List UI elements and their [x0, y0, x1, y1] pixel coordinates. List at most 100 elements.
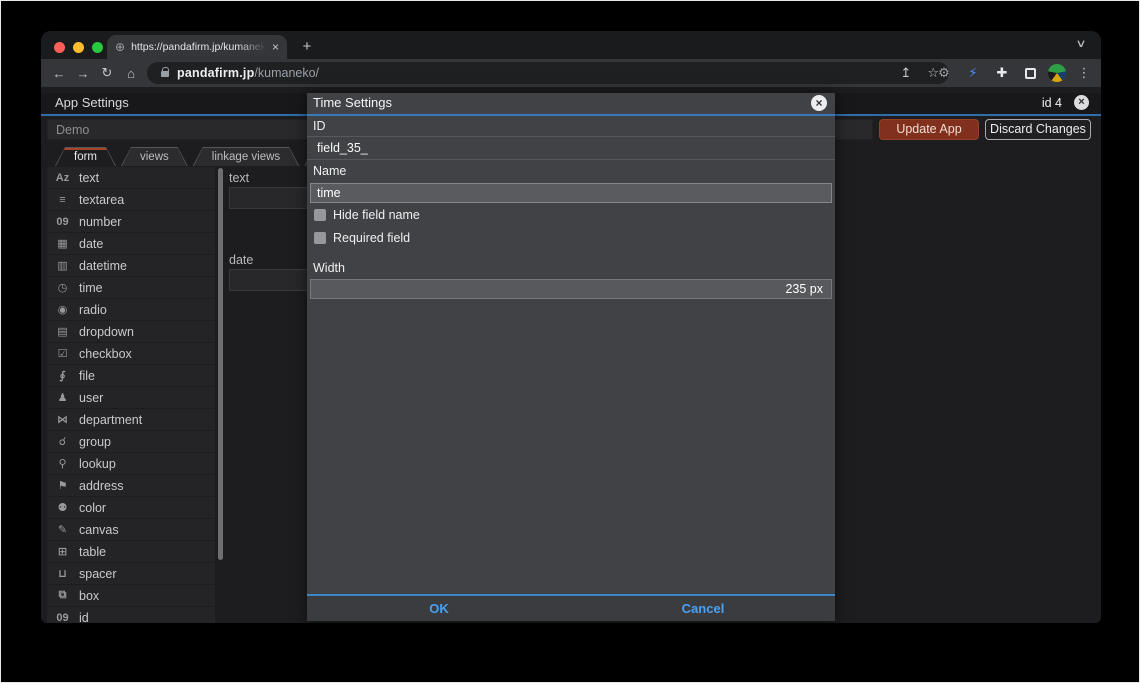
hide-field-name-row: Hide field name	[307, 203, 835, 226]
required-field-checkbox[interactable]	[314, 232, 326, 244]
back-icon[interactable]: ←	[47, 66, 71, 81]
paperclip-icon: ∮	[54, 369, 71, 382]
time-settings-dialog: Time Settings × ID field_35_ Name Hide f…	[307, 93, 835, 621]
pencil-icon: ✎	[54, 523, 71, 536]
lock-icon	[161, 71, 169, 77]
palette-item-box[interactable]: ⧉box	[47, 585, 215, 606]
hide-field-name-checkbox[interactable]	[314, 209, 326, 221]
hide-field-name-label: Hide field name	[333, 208, 420, 222]
palette-item-date[interactable]: ▦date	[47, 233, 215, 254]
canvas-date-field-label: date	[229, 253, 253, 267]
sidebar-scrollbar[interactable]	[218, 168, 223, 560]
update-app-button[interactable]: Update App	[879, 119, 979, 140]
window-zoom-button[interactable]	[92, 42, 103, 53]
app-page: App Settings id 4 × Update App Discard C…	[41, 87, 1101, 623]
dialog-footer: OK Cancel	[307, 594, 835, 621]
palette-item-canvas[interactable]: ✎canvas	[47, 519, 215, 540]
tab-search-chevron-icon[interactable]: ∨	[1075, 37, 1086, 50]
palette-item-department[interactable]: ⋈department	[47, 409, 215, 430]
palette-item-table[interactable]: ⊞table	[47, 541, 215, 562]
share-icon[interactable]: ↥	[900, 65, 911, 81]
palette-item-id[interactable]: 09id	[47, 607, 215, 623]
lightning-extension-icon[interactable]: ⚡	[962, 65, 984, 81]
radio-icon: ◉	[54, 303, 71, 316]
checkbox-icon: ☑	[54, 347, 71, 360]
palette-item-user[interactable]: ♟user	[47, 387, 215, 408]
palette-item-number[interactable]: 09number	[47, 211, 215, 232]
page-close-icon[interactable]: ×	[1074, 95, 1089, 110]
dialog-close-icon[interactable]: ×	[811, 95, 827, 111]
tab-linkage-views[interactable]: linkage views	[193, 147, 299, 166]
width-value: 235 px	[785, 282, 823, 296]
address-bar[interactable]: pandafirm.jp /kumaneko/ ↥ ☆	[147, 62, 949, 84]
field-palette-sidebar: Aztext ≡textarea 09number ▦date ▥datetim…	[47, 167, 215, 623]
palette-item-time[interactable]: ◷time	[47, 277, 215, 298]
calendar-icon: ▦	[54, 237, 71, 250]
sitemap-icon: ⋈	[54, 413, 71, 426]
url-path: /kumaneko/	[254, 66, 319, 80]
home-icon[interactable]: ⌂	[119, 66, 143, 81]
tab-title: https://pandafirm.jp/kumaneko	[131, 41, 266, 53]
record-id-badge: id 4	[1042, 96, 1062, 110]
clock-icon: ◷	[54, 281, 71, 294]
new-tab-button[interactable]: +	[295, 35, 319, 59]
calendar-clock-icon: ▥	[54, 259, 71, 272]
extensions-puzzle-icon[interactable]: ✚	[991, 65, 1013, 81]
id-value: field_35_	[307, 137, 835, 160]
dialog-body-spacer	[307, 299, 835, 594]
palette-item-address[interactable]: ⚑address	[47, 475, 215, 496]
palette-item-textarea[interactable]: ≡textarea	[47, 189, 215, 210]
canvas-text-field-label: text	[229, 171, 249, 185]
browser-window: ⊕ https://pandafirm.jp/kumaneko × + ∨ ← …	[41, 31, 1101, 623]
table-grid-icon: ⊞	[54, 545, 71, 558]
spacer-icon: ⊔	[54, 567, 71, 580]
url-domain: pandafirm.jp	[177, 66, 254, 80]
map-pin-icon: ⚑	[54, 479, 71, 492]
required-field-label: Required field	[333, 231, 410, 245]
discard-changes-button[interactable]: Discard Changes	[985, 119, 1091, 140]
palette-item-group[interactable]: ☌group	[47, 431, 215, 452]
width-label: Width	[307, 257, 835, 278]
palette-item-text[interactable]: Aztext	[47, 167, 215, 188]
cancel-button[interactable]: Cancel	[571, 596, 835, 621]
browser-tab[interactable]: ⊕ https://pandafirm.jp/kumaneko ×	[107, 35, 287, 59]
required-field-row: Required field	[307, 226, 835, 249]
palette-item-color[interactable]: ⚉color	[47, 497, 215, 518]
traffic-lights	[54, 42, 103, 53]
palette-item-checkbox[interactable]: ☑checkbox	[47, 343, 215, 364]
magnifier-icon: ⚲	[54, 457, 71, 470]
palette-item-datetime[interactable]: ▥datetime	[47, 255, 215, 276]
side-panel-icon[interactable]	[1025, 68, 1036, 79]
browser-menu-dots-icon[interactable]: ⋮	[1073, 65, 1095, 81]
reload-icon[interactable]: ↻	[95, 65, 119, 81]
people-icon: ☌	[54, 435, 71, 448]
palette-item-file[interactable]: ∮file	[47, 365, 215, 386]
profile-avatar[interactable]	[1048, 64, 1066, 82]
name-input[interactable]	[310, 183, 832, 203]
width-input[interactable]: 235 px	[310, 279, 832, 299]
gear-icon[interactable]: ⚙	[933, 65, 955, 81]
palette-icon: ⚉	[54, 501, 71, 514]
person-icon: ♟	[54, 391, 71, 404]
palette-item-lookup[interactable]: ⚲lookup	[47, 453, 215, 474]
tab-close-icon[interactable]: ×	[272, 40, 279, 54]
palette-item-radio[interactable]: ◉radio	[47, 299, 215, 320]
dialog-title: Time Settings	[313, 95, 392, 110]
ok-button[interactable]: OK	[307, 596, 571, 621]
palette-item-dropdown[interactable]: ▤dropdown	[47, 321, 215, 342]
name-label: Name	[307, 160, 835, 181]
browser-tab-strip: ⊕ https://pandafirm.jp/kumaneko × + ∨	[41, 31, 1101, 59]
palette-item-spacer[interactable]: ⊔spacer	[47, 563, 215, 584]
number-icon: 09	[54, 216, 71, 228]
globe-favicon-icon: ⊕	[115, 41, 125, 53]
window-close-button[interactable]	[54, 42, 65, 53]
window-minimize-button[interactable]	[73, 42, 84, 53]
browser-toolbar: ← → ↻ ⌂ pandafirm.jp /kumaneko/ ↥ ☆ ⚙ ⚡ …	[41, 59, 1101, 87]
tab-views[interactable]: views	[121, 147, 188, 166]
forward-icon[interactable]: →	[71, 66, 95, 81]
page-title: App Settings	[55, 95, 129, 110]
id-label: ID	[307, 116, 835, 137]
text-icon: Az	[54, 172, 71, 184]
tab-form[interactable]: form	[55, 147, 116, 166]
id-icon: 09	[54, 612, 71, 624]
